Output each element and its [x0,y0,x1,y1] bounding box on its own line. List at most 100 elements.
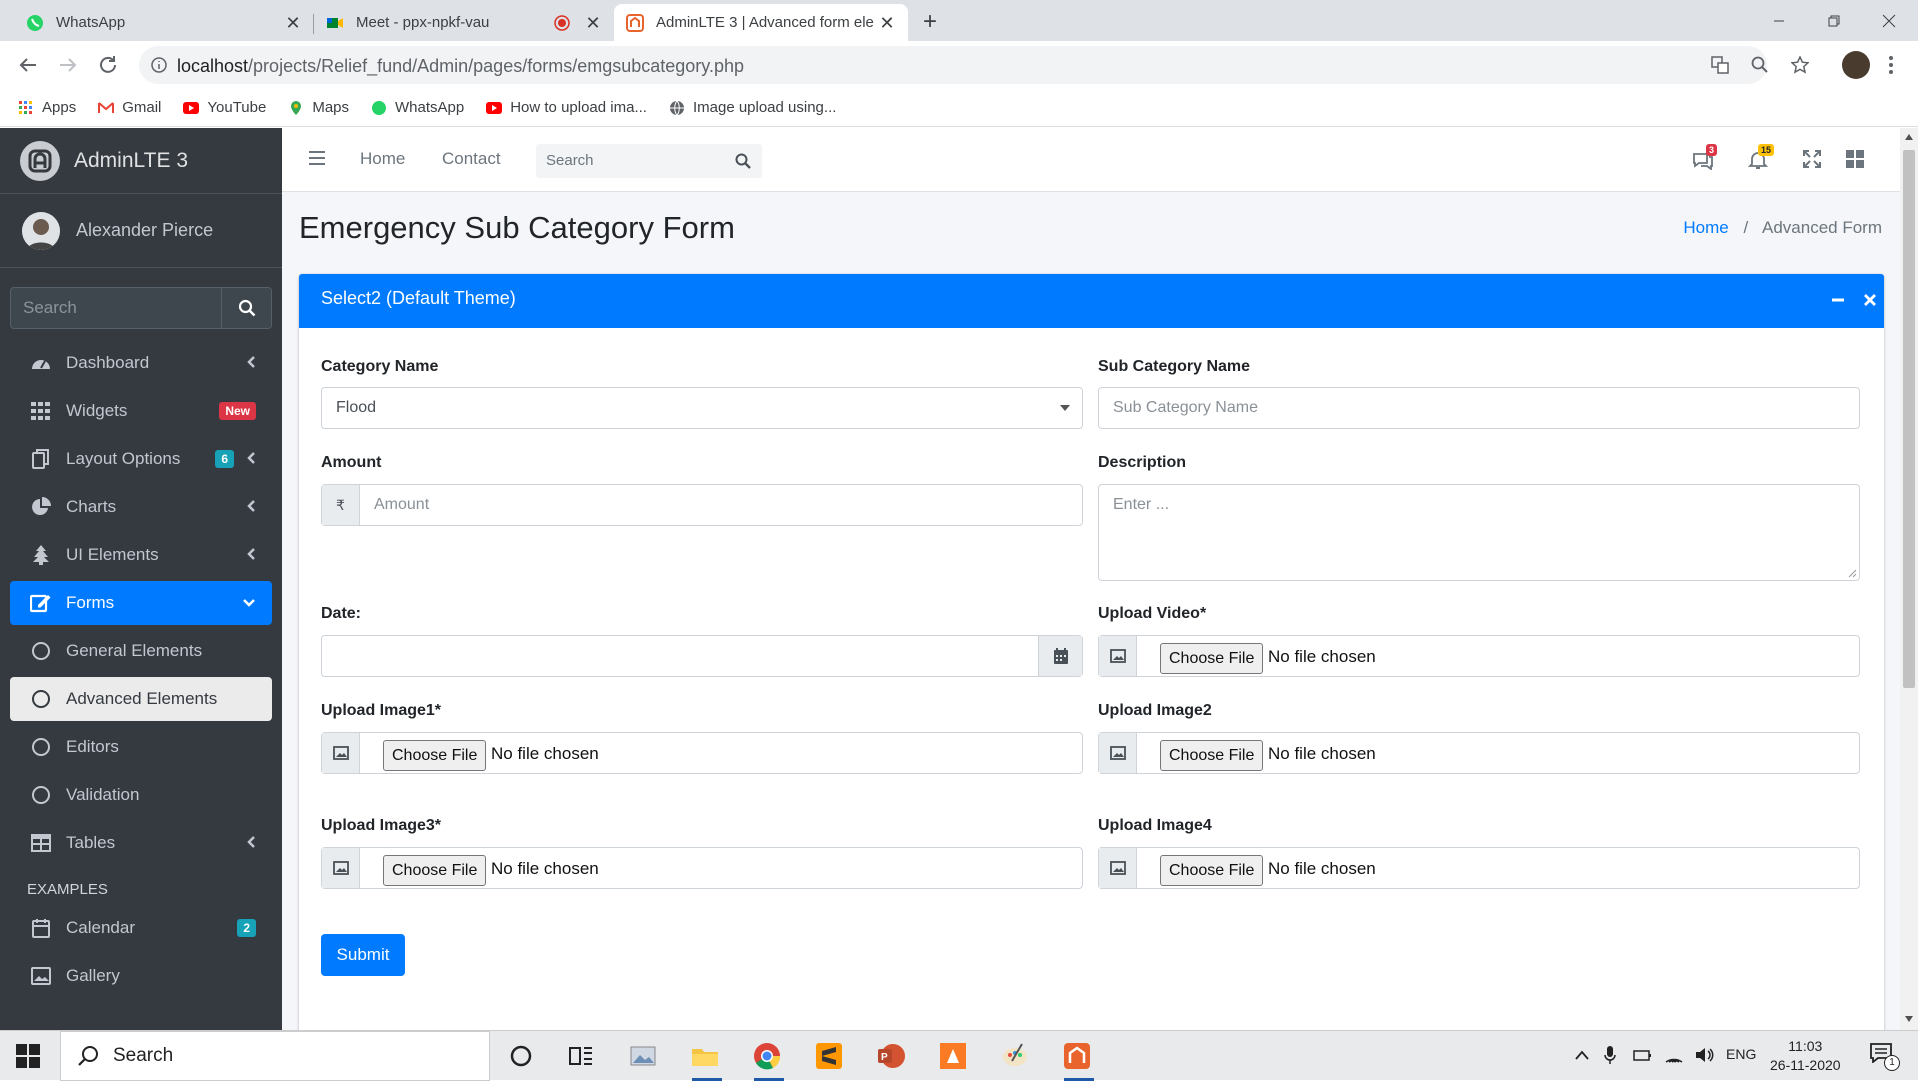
choose-file-button[interactable]: Choose File [383,740,487,771]
taskbar-search[interactable]: Search [60,1031,490,1081]
browser-app-icon[interactable] [1062,1041,1092,1071]
sidebar-item-forms[interactable]: Forms [10,581,272,625]
sidebar-search-button[interactable] [221,288,271,328]
battery-icon[interactable] [1632,1047,1652,1063]
paint-icon[interactable] [1000,1041,1030,1071]
bookmark-upload-image[interactable]: How to upload ima... [486,99,647,116]
user-panel[interactable]: Alexander Pierce [0,194,282,268]
category-select[interactable]: Flood [321,387,1083,429]
photos-app-icon[interactable] [628,1041,658,1071]
minimize-button[interactable] [1756,0,1802,41]
sidebar-item-validation[interactable]: Validation [10,773,272,817]
navbar-search-button[interactable] [724,144,762,178]
sidebar-item-advanced-elements[interactable]: Advanced Elements [10,677,272,721]
scroll-down-icon[interactable] [1905,1016,1913,1022]
translate-icon[interactable] [1711,56,1729,74]
close-tab-icon[interactable]: ✕ [584,14,602,32]
powerpoint-icon[interactable]: P [876,1041,906,1071]
calendar-button[interactable] [1038,636,1082,676]
nav-home-link[interactable]: Home [360,149,405,169]
menu-dots-icon[interactable] [1888,55,1894,75]
subcategory-input[interactable]: Sub Category Name [1098,387,1860,429]
upload-image2-input[interactable]: Choose File No file chosen [1098,732,1860,774]
xampp-icon[interactable] [938,1041,968,1071]
bookmark-star-icon[interactable] [1791,56,1809,74]
back-icon[interactable] [16,53,40,77]
close-tab-icon[interactable]: ✕ [284,14,302,32]
collapse-icon[interactable] [1830,292,1846,308]
choose-file-button[interactable]: Choose File [383,855,487,886]
sidebar-item-gallery[interactable]: Gallery [10,954,272,998]
close-window-button[interactable] [1866,0,1912,41]
new-tab-button[interactable]: + [923,8,937,36]
tab-adminlte[interactable]: AdminLTE 3 | Advanced form ele ✕ [614,4,908,41]
forward-icon[interactable] [56,53,80,77]
sidebar-item-ui-elements[interactable]: UI Elements [10,533,272,577]
language-indicator[interactable]: ENG [1726,1046,1756,1062]
sidebar-item-charts[interactable]: Charts [10,485,272,529]
control-sidebar-button[interactable] [1846,150,1868,172]
navbar-search-input[interactable]: Search [536,144,724,178]
tab-meet[interactable]: Meet - ppx-npkf-vau ✕ [314,4,614,41]
choose-file-button[interactable]: Choose File [1160,740,1264,771]
profile-avatar[interactable] [1842,51,1870,79]
sidebar-item-editors[interactable]: Editors [10,725,272,769]
cortana-icon[interactable] [506,1041,536,1071]
notifications-button[interactable]: 15 [1748,144,1775,172]
submit-button[interactable]: Submit [321,934,405,976]
choose-file-button[interactable]: Choose File [1160,643,1264,674]
tab-whatsapp[interactable]: WhatsApp ✕ [14,4,314,41]
upload-image3-input[interactable]: Choose File No file chosen [321,847,1083,889]
windows-start-icon[interactable] [16,1044,40,1068]
info-icon[interactable] [151,57,167,73]
messages-button[interactable]: 3 [1692,144,1718,172]
hamburger-menu-icon[interactable] [308,150,326,166]
sidebar-item-general-elements[interactable]: General Elements [10,629,272,673]
sidebar-item-layout-options[interactable]: Layout Options 6 [10,437,272,481]
sidebar-search[interactable]: Search [10,287,272,329]
fullscreen-button[interactable] [1803,150,1825,172]
action-center-button[interactable]: 1 [1870,1043,1900,1073]
choose-file-button[interactable]: Choose File [1160,855,1264,886]
brand-link[interactable]: AdminLTE 3 [0,128,282,194]
wifi-icon[interactable] [1664,1046,1684,1064]
resize-handle-icon[interactable] [1847,568,1857,578]
bookmark-youtube[interactable]: YouTube [183,99,266,116]
nav-contact-link[interactable]: Contact [442,149,501,169]
page-scrollbar[interactable] [1900,128,1918,1030]
amount-input[interactable]: ₹ Amount [321,484,1083,526]
upload-video-input[interactable]: Choose File No file chosen [1098,635,1860,677]
scroll-up-icon[interactable] [1905,134,1913,140]
scrollbar-thumb[interactable] [1903,150,1915,688]
volume-icon[interactable] [1694,1046,1714,1064]
address-bar[interactable]: localhost/projects/Relief_fund/Admin/pag… [139,46,1809,84]
sidebar-search-input[interactable]: Search [11,288,221,328]
bookmark-maps[interactable]: Maps [288,99,349,116]
upload-image1-input[interactable]: Choose File No file chosen [321,732,1083,774]
reload-icon[interactable] [96,53,120,77]
bookmark-apps[interactable]: Apps [18,99,76,116]
chrome-icon[interactable] [752,1041,782,1071]
close-icon[interactable] [1862,292,1878,308]
sidebar-item-tables[interactable]: Tables [10,821,272,865]
microphone-icon[interactable] [1604,1045,1616,1065]
sidebar-item-dashboard[interactable]: Dashboard [10,341,272,385]
file-explorer-icon[interactable] [690,1041,720,1071]
bookmark-whatsapp[interactable]: WhatsApp [371,99,464,116]
sidebar-item-calendar[interactable]: Calendar 2 [10,906,272,950]
sublime-text-icon[interactable] [814,1041,844,1071]
sidebar-item-widgets[interactable]: Widgets New [10,389,272,433]
task-view-icon[interactable] [566,1041,596,1071]
show-hidden-icons-icon[interactable] [1574,1050,1590,1060]
zoom-icon[interactable] [1751,56,1769,74]
close-tab-icon[interactable]: ✕ [878,14,896,32]
bookmark-image-upload-using[interactable]: Image upload using... [669,99,836,116]
bookmark-gmail[interactable]: Gmail [98,99,161,116]
clock[interactable]: 11:03 26-11-2020 [1770,1037,1841,1075]
navbar-search[interactable]: Search [536,144,762,178]
date-input[interactable] [321,635,1083,677]
restore-button[interactable] [1811,0,1857,41]
upload-image4-input[interactable]: Choose File No file chosen [1098,847,1860,889]
description-textarea[interactable]: Enter ... [1098,484,1860,581]
breadcrumb-home[interactable]: Home [1683,218,1728,237]
